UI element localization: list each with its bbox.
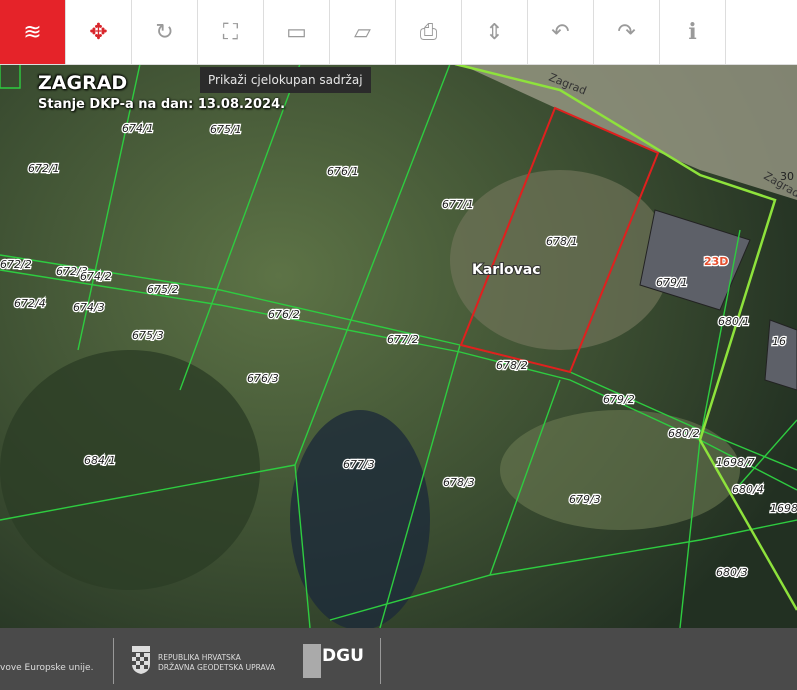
parcel-label: 1698 <box>770 502 797 515</box>
add-rectangle-button[interactable]: ▭ <box>264 0 330 64</box>
parcel-label: 672/4 <box>14 297 46 310</box>
export-button[interactable]: ⇕ <box>462 0 528 64</box>
house-number: 23D <box>704 255 728 268</box>
undo-icon: ↶ <box>551 19 570 45</box>
expand-icon: ⛶ <box>222 19 239 45</box>
eu-text: vove Europske unije. <box>0 663 94 673</box>
info-icon: i <box>688 19 697 45</box>
divider <box>380 638 381 684</box>
parcel-label: 678/2 <box>496 359 528 372</box>
parcel-label: 676/1 <box>327 165 359 178</box>
parcel-label: 677/2 <box>387 333 419 346</box>
parcel-label: 679/2 <box>603 393 635 406</box>
parcel-label: 674/2 <box>80 270 112 283</box>
map-subtitle: Stanje DKP-a na dan: 13.08.2024. <box>38 97 286 112</box>
parcel-label: 678/3 <box>443 476 475 489</box>
parcel-label: 680/3 <box>716 566 748 579</box>
toolbar: ≋ ✥ ↻ ⛶ ▭ ▱ ⎙ ⇕ ↶ ↷ i <box>0 0 797 65</box>
export-icon: ⇕ <box>485 19 504 45</box>
printer-icon: ⎙ <box>419 19 438 45</box>
undo-button[interactable]: ↶ <box>528 0 594 64</box>
map-title: ZAGRAD <box>38 72 128 94</box>
rectangle-edit-icon: ▱ <box>354 19 371 45</box>
parcel-label: 679/1 <box>656 276 688 289</box>
dgu-logo-icon <box>303 644 321 678</box>
redo-button[interactable]: ↷ <box>594 0 660 64</box>
move-arrows-icon: ✥ <box>89 19 108 45</box>
building <box>764 319 797 391</box>
info-button[interactable]: i <box>660 0 726 64</box>
rotate-icon: ↻ <box>155 19 174 45</box>
parcel-label: 675/2 <box>147 283 179 296</box>
parcel-label: 672/1 <box>28 162 60 175</box>
parcel-label: 679/3 <box>569 493 601 506</box>
parcel-label: 677/3 <box>343 458 375 471</box>
parcel-label: 684/1 <box>84 454 116 467</box>
parcel-label: 1698/7 <box>716 456 755 469</box>
divider <box>113 638 114 684</box>
rectangle-add-icon: ▭ <box>286 19 307 45</box>
redo-icon: ↷ <box>617 19 636 45</box>
print-button[interactable]: ⎙ <box>396 0 462 64</box>
footer: vove Europske unije. REPUBLIKA HRVATSKA D… <box>0 628 797 690</box>
street-number: 30 <box>780 170 794 183</box>
org-line-1: REPUBLIKA HRVATSKA <box>158 653 241 662</box>
parcel-label: 676/3 <box>247 372 279 385</box>
parcel-label: 16 <box>772 335 786 348</box>
layers-button[interactable]: ≋ <box>0 0 66 64</box>
pan-button[interactable]: ✥ <box>66 0 132 64</box>
parcel-label: 677/1 <box>442 198 474 211</box>
parcel-label: 675/1 <box>210 123 242 136</box>
place-label: Karlovac <box>472 262 541 278</box>
layers-icon: ≋ <box>23 19 42 45</box>
full-extent-button[interactable]: ⛶ <box>198 0 264 64</box>
parcel-label: 672/2 <box>0 258 32 271</box>
org-line-2: DRŽAVNA GEODETSKA UPRAVA <box>158 663 275 672</box>
parcel-label: 675/3 <box>132 329 164 342</box>
dgu-logo-text: DGU <box>322 646 364 666</box>
tooltip: Prikaži cjelokupan sadržaj <box>200 67 371 93</box>
parcel-label: 676/2 <box>268 308 300 321</box>
refresh-button[interactable]: ↻ <box>132 0 198 64</box>
parcel-label: 680/1 <box>718 315 750 328</box>
organization-name: REPUBLIKA HRVATSKA DRŽAVNA GEODETSKA UPRA… <box>158 653 275 673</box>
coat-of-arms-icon <box>132 646 150 674</box>
parcel-label: 680/2 <box>668 427 700 440</box>
parcel-label: 674/3 <box>73 301 105 314</box>
parcel-label: 674/1 <box>122 122 154 135</box>
parcel-label: 678/1 <box>546 235 578 248</box>
edit-rectangle-button[interactable]: ▱ <box>330 0 396 64</box>
parcel-label: 680/4 <box>732 483 764 496</box>
